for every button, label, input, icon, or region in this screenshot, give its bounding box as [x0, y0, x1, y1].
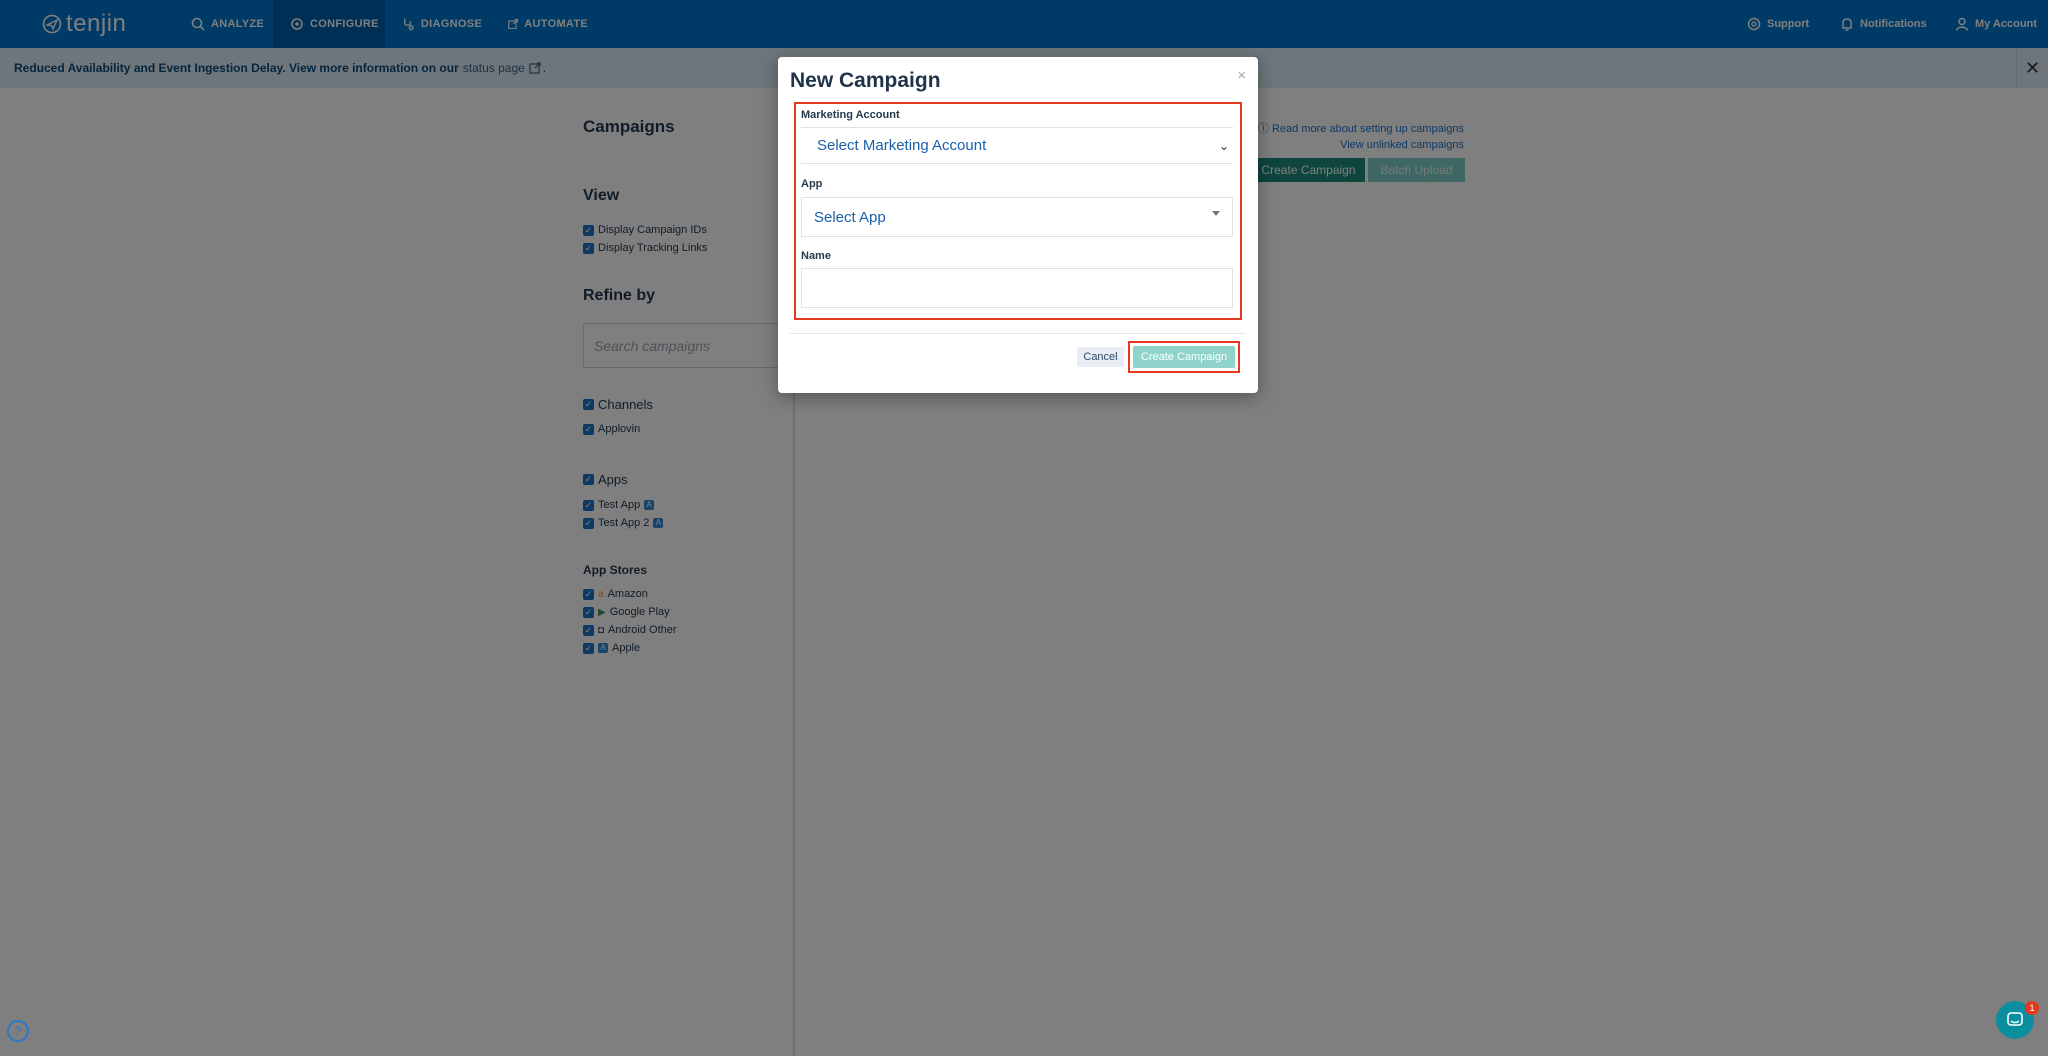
app-select-value: Select App — [814, 208, 886, 226]
marketing-account-value: Select Marketing Account — [817, 137, 987, 154]
caret-down-icon — [1212, 211, 1220, 216]
modal-create-campaign-button[interactable]: Create Campaign — [1133, 346, 1235, 368]
cancel-button[interactable]: Cancel — [1077, 347, 1124, 367]
name-label: Name — [801, 250, 831, 262]
app-select[interactable]: Select App — [801, 197, 1233, 237]
modal-title: New Campaign — [790, 69, 941, 92]
app-label: App — [801, 178, 823, 190]
new-campaign-modal: New Campaign × Marketing Account Select … — [778, 57, 1258, 393]
marketing-account-label: Marketing Account — [801, 109, 900, 121]
modal-close-button[interactable]: × — [1237, 67, 1246, 84]
chevron-down-icon: ⌄ — [1218, 138, 1229, 153]
chat-unread-badge: 1 — [2025, 1001, 2039, 1015]
help-icon[interactable]: ? — [7, 1020, 29, 1042]
chat-icon — [2007, 1012, 2023, 1026]
campaign-name-input[interactable] — [801, 268, 1233, 308]
marketing-account-select[interactable]: Select Marketing Account ⌄ — [801, 127, 1233, 164]
modal-divider — [790, 333, 1246, 334]
